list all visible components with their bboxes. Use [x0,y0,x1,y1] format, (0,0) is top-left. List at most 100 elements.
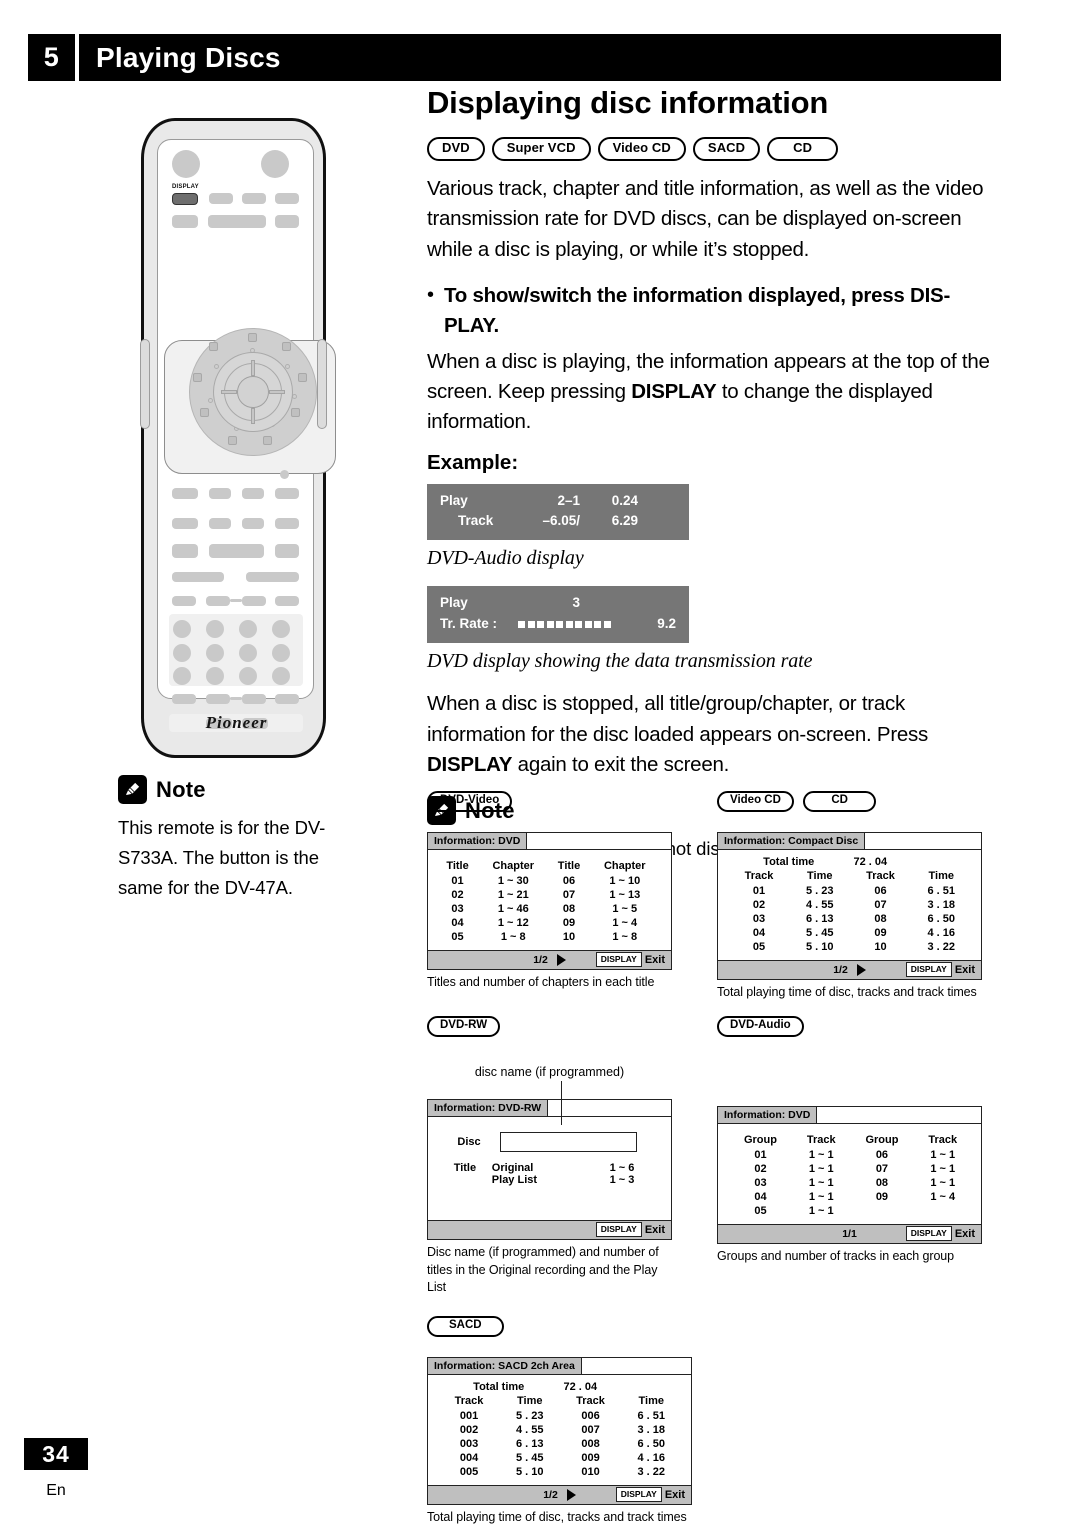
remote-key [172,694,196,704]
osd-footer: 1/1 DISPLAY Exit [718,1223,981,1243]
osd-elapsed: 0.24 [611,492,638,508]
remote-open-close-button [261,150,289,178]
display-button[interactable]: DISPLAY [615,1487,662,1503]
osd-tabrow: Information: DVD-RW [428,1099,671,1117]
original-label: Original [491,1161,534,1174]
jog-arm-right [269,390,285,394]
badge-cd: CD [767,137,839,161]
osd-body: Title Chapter Title Chapter 01 1 ~ 30 06 1 … [428,849,671,950]
remote-number-key [206,620,224,638]
table-row: 04 1 ~ 12 09 1 ~ 4 [438,916,661,930]
dvd-table-body: 01 1 ~ 30 06 1 ~ 10 02 1 ~ 21 07 1 ~ 13 03 1 ~ 46… [438,874,661,944]
col-track-2: Track [576,1394,605,1407]
table-cell: 04 [451,916,464,929]
table-row: 02 1 ~ 1 07 1 ~ 1 [728,1162,971,1176]
osd-example-dvd-rate: Play 3 Tr. Rate : 9.2 [427,586,689,644]
col-track-1: Track [744,869,774,882]
osd-screen-cd: Information: Compact Disc Total time 72 … [717,831,982,980]
badge-sacd: SACD [692,137,761,161]
diagram-row-2: DVD-RW disc name (if programmed) Informa… [427,1015,1007,1305]
left-column: DISPLAY Pioneer Note This remote is for … [28,100,398,903]
remote-key [172,596,196,606]
badge-super-vcd: Super VCD [491,137,591,161]
table-cell: 09 [875,1190,889,1203]
osd-page-indicator: 1/2 [543,1488,558,1501]
osd-play-label: Play [440,595,468,611]
table-cell: 6 . 51 [637,1409,666,1422]
osd-buttons: DISPLAY Exit [905,1226,977,1242]
total-time-value: 72 . 04 [563,1380,598,1393]
bullet-show-switch: • To show/switch the information display… [427,281,1001,342]
display-button[interactable]: DISPLAY [595,1222,642,1238]
jog-arm-left [221,390,237,394]
total-time-row: Total time 72 . 04 [438,1381,681,1393]
osd-remain: –6.05/ [542,513,580,529]
table-cell: 007 [581,1423,600,1436]
remote-key [172,544,198,558]
display-button[interactable]: DISPLAY [905,1226,952,1242]
remote-display-button[interactable] [172,193,198,205]
rate-bar [603,621,611,629]
table-cell [849,1204,914,1218]
col-track-2: Track [866,869,895,882]
table-cell: 02 [754,1162,767,1175]
table-cell: 004 [459,1451,479,1464]
table-cell: 08 [874,912,887,925]
dvd-title-chapter-table: Title Chapter Title Chapter 01 1 ~ 30 06 1 … [438,859,661,944]
remote-key [242,518,264,529]
table-row: 005 5 . 10 010 3 . 22 [438,1465,681,1479]
remote-key [275,488,299,499]
diagram-dvd-rw: DVD-RW disc name (if programmed) Informa… [427,1015,672,1297]
table-cell: 1 ~ 21 [497,888,529,901]
cd-track-time-table: Track Time Track Time 01 5 . 23 06 6 . 51 02… [728,869,971,954]
remote-key [172,572,224,582]
remote-key [172,215,198,228]
display-button[interactable]: DISPLAY [595,952,642,968]
disc-name-field[interactable] [500,1131,637,1152]
remote-key [275,518,299,529]
osd-row: Tr. Rate : 9.2 [440,614,676,635]
next-page-arrow-icon[interactable] [556,953,566,966]
total-time-value: 72 . 04 [853,855,888,868]
pointer-line [560,1080,563,1125]
table-cell: 3 . 18 [927,898,956,911]
table-cell: 1 ~ 1 [808,1162,834,1175]
table-cell: 01 [752,884,766,897]
next-page-arrow-icon[interactable] [566,1488,576,1501]
exit-label: Exit [644,953,665,966]
total-time-label: Total time [763,855,815,868]
table-cell: 5 . 23 [806,884,834,897]
osd-tab-filler [548,1099,671,1116]
col-chapter-2: Chapter [603,859,646,872]
display-button[interactable]: DISPLAY [905,962,952,978]
jog-tick [228,436,237,445]
osd-page-indicator: 1/1 [842,1227,857,1240]
table-cell: 1 ~ 1 [808,1176,834,1189]
osd-screen-dvd: Information: DVD Title Chapter Title Cha… [427,831,672,970]
remote-key [208,215,266,228]
diagram-compact-disc: Video CD CD Information: Compact Disc To… [717,790,982,1002]
table-cell: 5 . 10 [806,940,834,953]
osd-body: Disc Title Original 1 ~ 6 Play List 1 ~ … [428,1116,671,1220]
table-cell: 001 [459,1409,479,1422]
jog-enter-button[interactable] [237,376,269,408]
remote-side-grip-right [317,339,327,429]
remote-key [209,518,231,529]
table-cell: 10 [562,930,576,943]
osd-tabrow: Information: SACD 2ch Area [428,1357,691,1375]
table-cell: 1 ~ 1 [808,1148,834,1161]
table-row: 04 5 . 45 09 4 . 16 [728,926,971,940]
table-cell: 4 . 55 [806,898,834,911]
table-header-row: Track Time Track Time [728,869,971,884]
table-row: 03 1 ~ 1 08 1 ~ 1 [728,1176,971,1190]
osd-screen-dvd-rw: Information: DVD-RW Disc Title Original … [427,1098,672,1240]
next-page-arrow-icon[interactable] [856,963,866,976]
table-row: 05 5 . 10 10 3 . 22 [728,940,971,954]
exit-label: Exit [644,1223,665,1236]
osd-tab-label: Information: Compact Disc [718,832,866,849]
osd-footer: 1/2 DISPLAY Exit [428,949,671,969]
rate-bar [575,621,582,629]
rate-bar [527,621,535,629]
table-cell: 07 [562,888,576,901]
osd-footer: 1/2 DISPLAY Exit [428,1484,691,1504]
